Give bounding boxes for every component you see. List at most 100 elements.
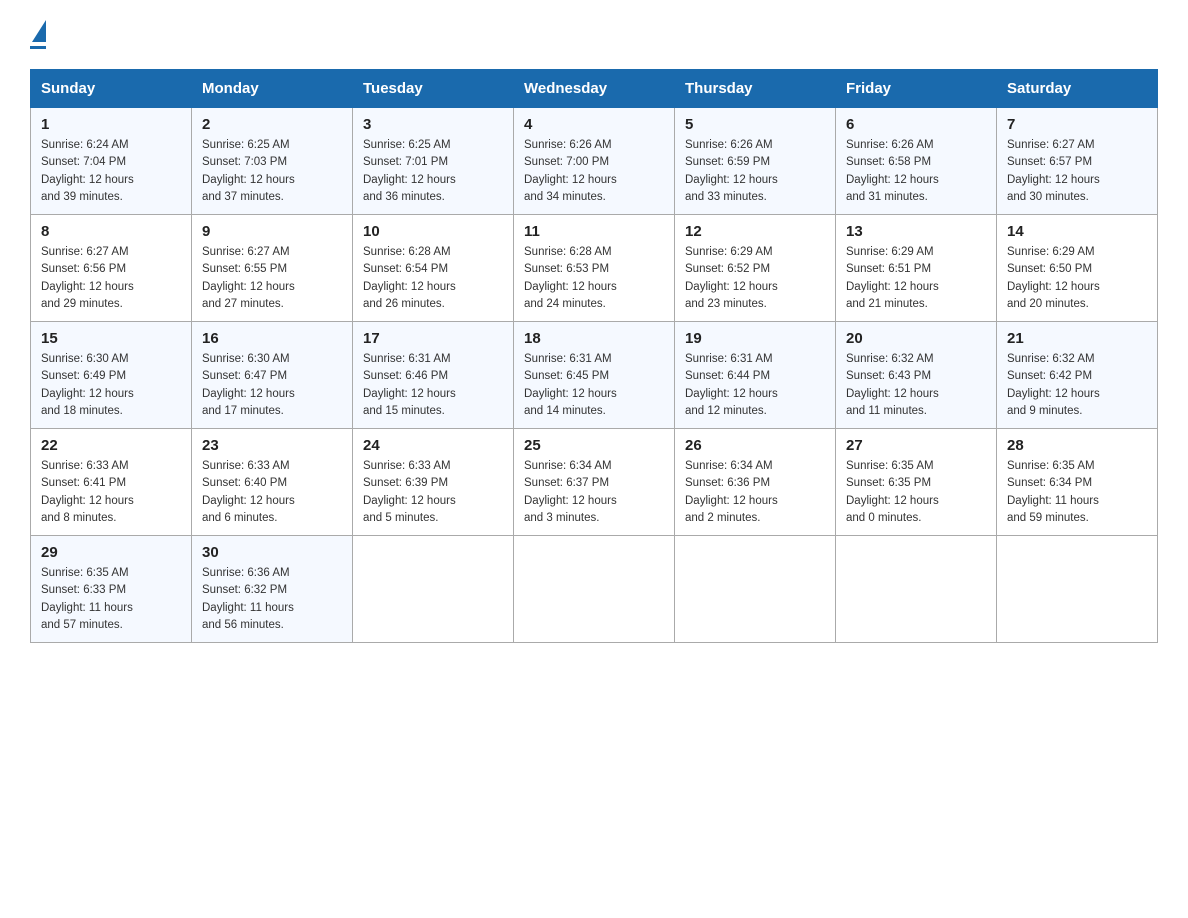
day-info: Sunrise: 6:33 AMSunset: 6:39 PMDaylight:…: [363, 458, 503, 527]
calendar-cell: 8Sunrise: 6:27 AMSunset: 6:56 PMDaylight…: [31, 215, 192, 322]
day-number: 10: [363, 223, 503, 240]
day-info: Sunrise: 6:27 AMSunset: 6:56 PMDaylight:…: [41, 244, 181, 313]
day-info: Sunrise: 6:28 AMSunset: 6:53 PMDaylight:…: [524, 244, 664, 313]
calendar-cell: 27 Sunrise: 6:35 AMSunset: 6:35 PMDayligh…: [836, 429, 997, 536]
day-header-monday: Monday: [192, 70, 353, 108]
day-info: Sunrise: 6:36 AMSunset: 6:32 PMDaylight:…: [202, 565, 342, 634]
calendar-cell: 20 Sunrise: 6:32 AMSunset: 6:43 PMDayligh…: [836, 322, 997, 429]
calendar-cell: 22 Sunrise: 6:33 AMSunset: 6:41 PMDayligh…: [31, 429, 192, 536]
day-number: 27: [846, 437, 986, 454]
calendar-cell: 29 Sunrise: 6:35 AMSunset: 6:33 PMDayligh…: [31, 536, 192, 643]
calendar-cell: 11 Sunrise: 6:28 AMSunset: 6:53 PMDayligh…: [514, 215, 675, 322]
day-info: Sunrise: 6:34 AMSunset: 6:36 PMDaylight:…: [685, 458, 825, 527]
calendar-cell: 18Sunrise: 6:31 AMSunset: 6:45 PMDayligh…: [514, 322, 675, 429]
day-info: Sunrise: 6:25 AMSunset: 7:03 PMDaylight:…: [202, 137, 342, 206]
day-number: 9: [202, 223, 342, 240]
day-info: Sunrise: 6:30 AMSunset: 6:49 PMDaylight:…: [41, 351, 181, 420]
day-info: Sunrise: 6:29 AMSunset: 6:52 PMDaylight:…: [685, 244, 825, 313]
page-header: [30, 20, 1158, 49]
calendar-cell: [836, 536, 997, 643]
day-info: Sunrise: 6:35 AMSunset: 6:34 PMDaylight:…: [1007, 458, 1147, 527]
day-info: Sunrise: 6:28 AMSunset: 6:54 PMDaylight:…: [363, 244, 503, 313]
day-number: 3: [363, 116, 503, 133]
calendar-week-row: 22 Sunrise: 6:33 AMSunset: 6:41 PMDayligh…: [31, 429, 1158, 536]
calendar-cell: 24Sunrise: 6:33 AMSunset: 6:39 PMDayligh…: [353, 429, 514, 536]
calendar-cell: 5 Sunrise: 6:26 AMSunset: 6:59 PMDaylight…: [675, 108, 836, 215]
calendar-cell: 28 Sunrise: 6:35 AMSunset: 6:34 PMDayligh…: [997, 429, 1158, 536]
day-number: 16: [202, 330, 342, 347]
calendar-cell: 14 Sunrise: 6:29 AMSunset: 6:50 PMDayligh…: [997, 215, 1158, 322]
logo-triangle-icon: [32, 20, 46, 42]
day-number: 17: [363, 330, 503, 347]
day-number: 12: [685, 223, 825, 240]
calendar-cell: 4 Sunrise: 6:26 AMSunset: 7:00 PMDaylight…: [514, 108, 675, 215]
logo-underline: [30, 46, 46, 49]
day-info: Sunrise: 6:26 AMSunset: 6:58 PMDaylight:…: [846, 137, 986, 206]
calendar-cell: 6 Sunrise: 6:26 AMSunset: 6:58 PMDaylight…: [836, 108, 997, 215]
day-number: 19: [685, 330, 825, 347]
day-info: Sunrise: 6:30 AMSunset: 6:47 PMDaylight:…: [202, 351, 342, 420]
calendar-cell: [514, 536, 675, 643]
day-info: Sunrise: 6:26 AMSunset: 6:59 PMDaylight:…: [685, 137, 825, 206]
day-info: Sunrise: 6:31 AMSunset: 6:46 PMDaylight:…: [363, 351, 503, 420]
calendar-cell: 30 Sunrise: 6:36 AMSunset: 6:32 PMDayligh…: [192, 536, 353, 643]
day-number: 7: [1007, 116, 1147, 133]
day-header-friday: Friday: [836, 70, 997, 108]
calendar-week-row: 8Sunrise: 6:27 AMSunset: 6:56 PMDaylight…: [31, 215, 1158, 322]
day-number: 25: [524, 437, 664, 454]
day-info: Sunrise: 6:26 AMSunset: 7:00 PMDaylight:…: [524, 137, 664, 206]
calendar-cell: 19 Sunrise: 6:31 AMSunset: 6:44 PMDayligh…: [675, 322, 836, 429]
calendar-cell: 26 Sunrise: 6:34 AMSunset: 6:36 PMDayligh…: [675, 429, 836, 536]
day-number: 4: [524, 116, 664, 133]
day-number: 20: [846, 330, 986, 347]
day-number: 5: [685, 116, 825, 133]
day-number: 30: [202, 544, 342, 561]
day-info: Sunrise: 6:31 AMSunset: 6:44 PMDaylight:…: [685, 351, 825, 420]
calendar-cell: 25 Sunrise: 6:34 AMSunset: 6:37 PMDayligh…: [514, 429, 675, 536]
day-info: Sunrise: 6:32 AMSunset: 6:43 PMDaylight:…: [846, 351, 986, 420]
calendar-cell: 7 Sunrise: 6:27 AMSunset: 6:57 PMDaylight…: [997, 108, 1158, 215]
day-info: Sunrise: 6:24 AMSunset: 7:04 PMDaylight:…: [41, 137, 181, 206]
day-info: Sunrise: 6:33 AMSunset: 6:40 PMDaylight:…: [202, 458, 342, 527]
day-header-thursday: Thursday: [675, 70, 836, 108]
day-info: Sunrise: 6:34 AMSunset: 6:37 PMDaylight:…: [524, 458, 664, 527]
day-header-tuesday: Tuesday: [353, 70, 514, 108]
day-number: 13: [846, 223, 986, 240]
day-number: 26: [685, 437, 825, 454]
day-info: Sunrise: 6:27 AMSunset: 6:57 PMDaylight:…: [1007, 137, 1147, 206]
day-number: 1: [41, 116, 181, 133]
calendar-cell: 23 Sunrise: 6:33 AMSunset: 6:40 PMDayligh…: [192, 429, 353, 536]
day-number: 6: [846, 116, 986, 133]
day-info: Sunrise: 6:25 AMSunset: 7:01 PMDaylight:…: [363, 137, 503, 206]
calendar-cell: 21 Sunrise: 6:32 AMSunset: 6:42 PMDayligh…: [997, 322, 1158, 429]
day-header-sunday: Sunday: [31, 70, 192, 108]
day-info: Sunrise: 6:32 AMSunset: 6:42 PMDaylight:…: [1007, 351, 1147, 420]
day-number: 21: [1007, 330, 1147, 347]
calendar-cell: [997, 536, 1158, 643]
calendar-cell: 15 Sunrise: 6:30 AMSunset: 6:49 PMDayligh…: [31, 322, 192, 429]
day-number: 15: [41, 330, 181, 347]
day-info: Sunrise: 6:31 AMSunset: 6:45 PMDaylight:…: [524, 351, 664, 420]
day-number: 2: [202, 116, 342, 133]
calendar-cell: 3 Sunrise: 6:25 AMSunset: 7:01 PMDaylight…: [353, 108, 514, 215]
day-info: Sunrise: 6:29 AMSunset: 6:50 PMDaylight:…: [1007, 244, 1147, 313]
day-info: Sunrise: 6:29 AMSunset: 6:51 PMDaylight:…: [846, 244, 986, 313]
calendar-cell: 17 Sunrise: 6:31 AMSunset: 6:46 PMDayligh…: [353, 322, 514, 429]
calendar-cell: 13 Sunrise: 6:29 AMSunset: 6:51 PMDayligh…: [836, 215, 997, 322]
day-number: 11: [524, 223, 664, 240]
day-info: Sunrise: 6:33 AMSunset: 6:41 PMDaylight:…: [41, 458, 181, 527]
day-number: 28: [1007, 437, 1147, 454]
day-number: 22: [41, 437, 181, 454]
day-number: 14: [1007, 223, 1147, 240]
day-info: Sunrise: 6:27 AMSunset: 6:55 PMDaylight:…: [202, 244, 342, 313]
day-info: Sunrise: 6:35 AMSunset: 6:35 PMDaylight:…: [846, 458, 986, 527]
day-number: 29: [41, 544, 181, 561]
calendar-cell: 10 Sunrise: 6:28 AMSunset: 6:54 PMDayligh…: [353, 215, 514, 322]
calendar-cell: 12 Sunrise: 6:29 AMSunset: 6:52 PMDayligh…: [675, 215, 836, 322]
calendar-cell: [353, 536, 514, 643]
day-header-saturday: Saturday: [997, 70, 1158, 108]
calendar-table: SundayMondayTuesdayWednesdayThursdayFrid…: [30, 69, 1158, 643]
calendar-header-row: SundayMondayTuesdayWednesdayThursdayFrid…: [31, 70, 1158, 108]
day-info: Sunrise: 6:35 AMSunset: 6:33 PMDaylight:…: [41, 565, 181, 634]
day-number: 23: [202, 437, 342, 454]
